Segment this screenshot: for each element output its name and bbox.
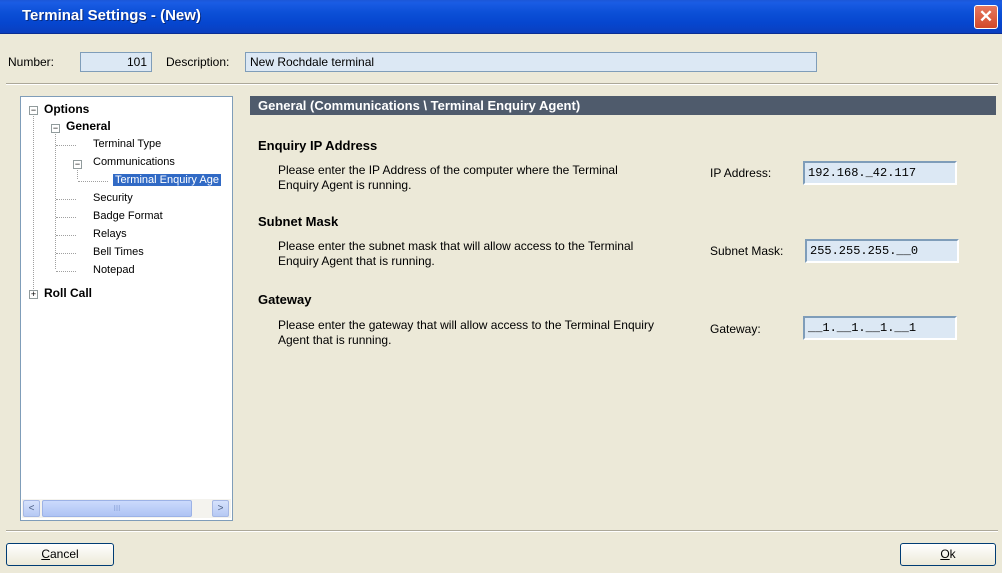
close-icon: ✕ xyxy=(978,7,994,26)
tree-connector xyxy=(56,199,76,200)
subnet-mask-label: Subnet Mask: xyxy=(710,244,784,258)
title-bar[interactable]: Terminal Settings - (New) ✕ xyxy=(0,0,1002,34)
window-title: Terminal Settings - (New) xyxy=(22,7,201,24)
close-button[interactable]: ✕ xyxy=(974,5,998,29)
scroll-thumb[interactable]: III xyxy=(42,500,192,517)
ip-address-label: IP Address: xyxy=(710,166,772,180)
collapse-communications-icon[interactable]: − xyxy=(73,160,82,169)
footer-divider xyxy=(6,530,998,532)
tree-item-security[interactable]: Security xyxy=(93,192,133,204)
subnet-mask-title: Subnet Mask xyxy=(258,214,339,229)
ip-address-input[interactable]: 192.168._42.117 xyxy=(803,161,957,185)
scroll-left-icon[interactable]: < xyxy=(23,500,40,517)
tree-item-notepad[interactable]: Notepad xyxy=(93,264,135,276)
collapse-options-icon[interactable]: − xyxy=(29,106,38,115)
tree-horizontal-scrollbar[interactable]: < III > xyxy=(22,499,231,518)
tree-item-bell-times[interactable]: Bell Times xyxy=(93,246,144,258)
enquiry-ip-description: Please enter the IP Address of the compu… xyxy=(278,163,618,192)
tree-item-badge-format[interactable]: Badge Format xyxy=(93,210,163,222)
scroll-grip-icon: III xyxy=(113,504,121,513)
tree-connector xyxy=(56,253,76,254)
ok-button[interactable]: Ok xyxy=(900,543,996,566)
tree-connector xyxy=(33,111,34,293)
subnet-mask-input[interactable]: 255.255.255.__0 xyxy=(805,239,959,263)
description-label: Description: xyxy=(166,55,230,69)
header-row: Number: 101 Description: New Rochdale te… xyxy=(0,34,1002,84)
expand-roll-call-icon[interactable]: + xyxy=(29,290,38,299)
gateway-description: Please enter the gateway that will allow… xyxy=(278,318,654,347)
enquiry-ip-title: Enquiry IP Address xyxy=(258,138,378,153)
tree-connector xyxy=(56,271,76,272)
tree-item-terminal-enquiry-agent[interactable]: Terminal Enquiry Age xyxy=(113,174,221,186)
collapse-general-icon[interactable]: − xyxy=(51,124,60,133)
number-field[interactable]: 101 xyxy=(80,52,152,72)
scroll-right-icon[interactable]: > xyxy=(212,500,229,517)
tree-item-options[interactable]: Options xyxy=(44,102,89,116)
number-label: Number: xyxy=(8,55,55,69)
header-divider xyxy=(6,83,998,85)
subnet-mask-description: Please enter the subnet mask that will a… xyxy=(278,239,634,268)
tree-connector xyxy=(56,217,76,218)
tree-connector xyxy=(56,235,76,236)
tree-item-communications[interactable]: Communications xyxy=(93,156,175,168)
gateway-label: Gateway: xyxy=(710,322,761,336)
description-field[interactable]: New Rochdale terminal xyxy=(245,52,817,72)
gateway-title: Gateway xyxy=(258,292,312,307)
tree-item-roll-call[interactable]: Roll Call xyxy=(44,286,92,300)
gateway-input[interactable]: __1.__1.__1.__1 xyxy=(803,316,957,340)
tree-item-terminal-type[interactable]: Terminal Type xyxy=(93,138,161,150)
tree-connector xyxy=(78,181,108,182)
tree-item-general[interactable]: General xyxy=(66,119,111,133)
tree-connector xyxy=(56,145,76,146)
cancel-button[interactable]: Cancel xyxy=(6,543,114,566)
tree-item-relays[interactable]: Relays xyxy=(93,228,127,240)
section-header: General (Communications \ Terminal Enqui… xyxy=(250,96,996,115)
options-tree[interactable]: − Options − General Terminal Type − Comm… xyxy=(20,96,233,521)
